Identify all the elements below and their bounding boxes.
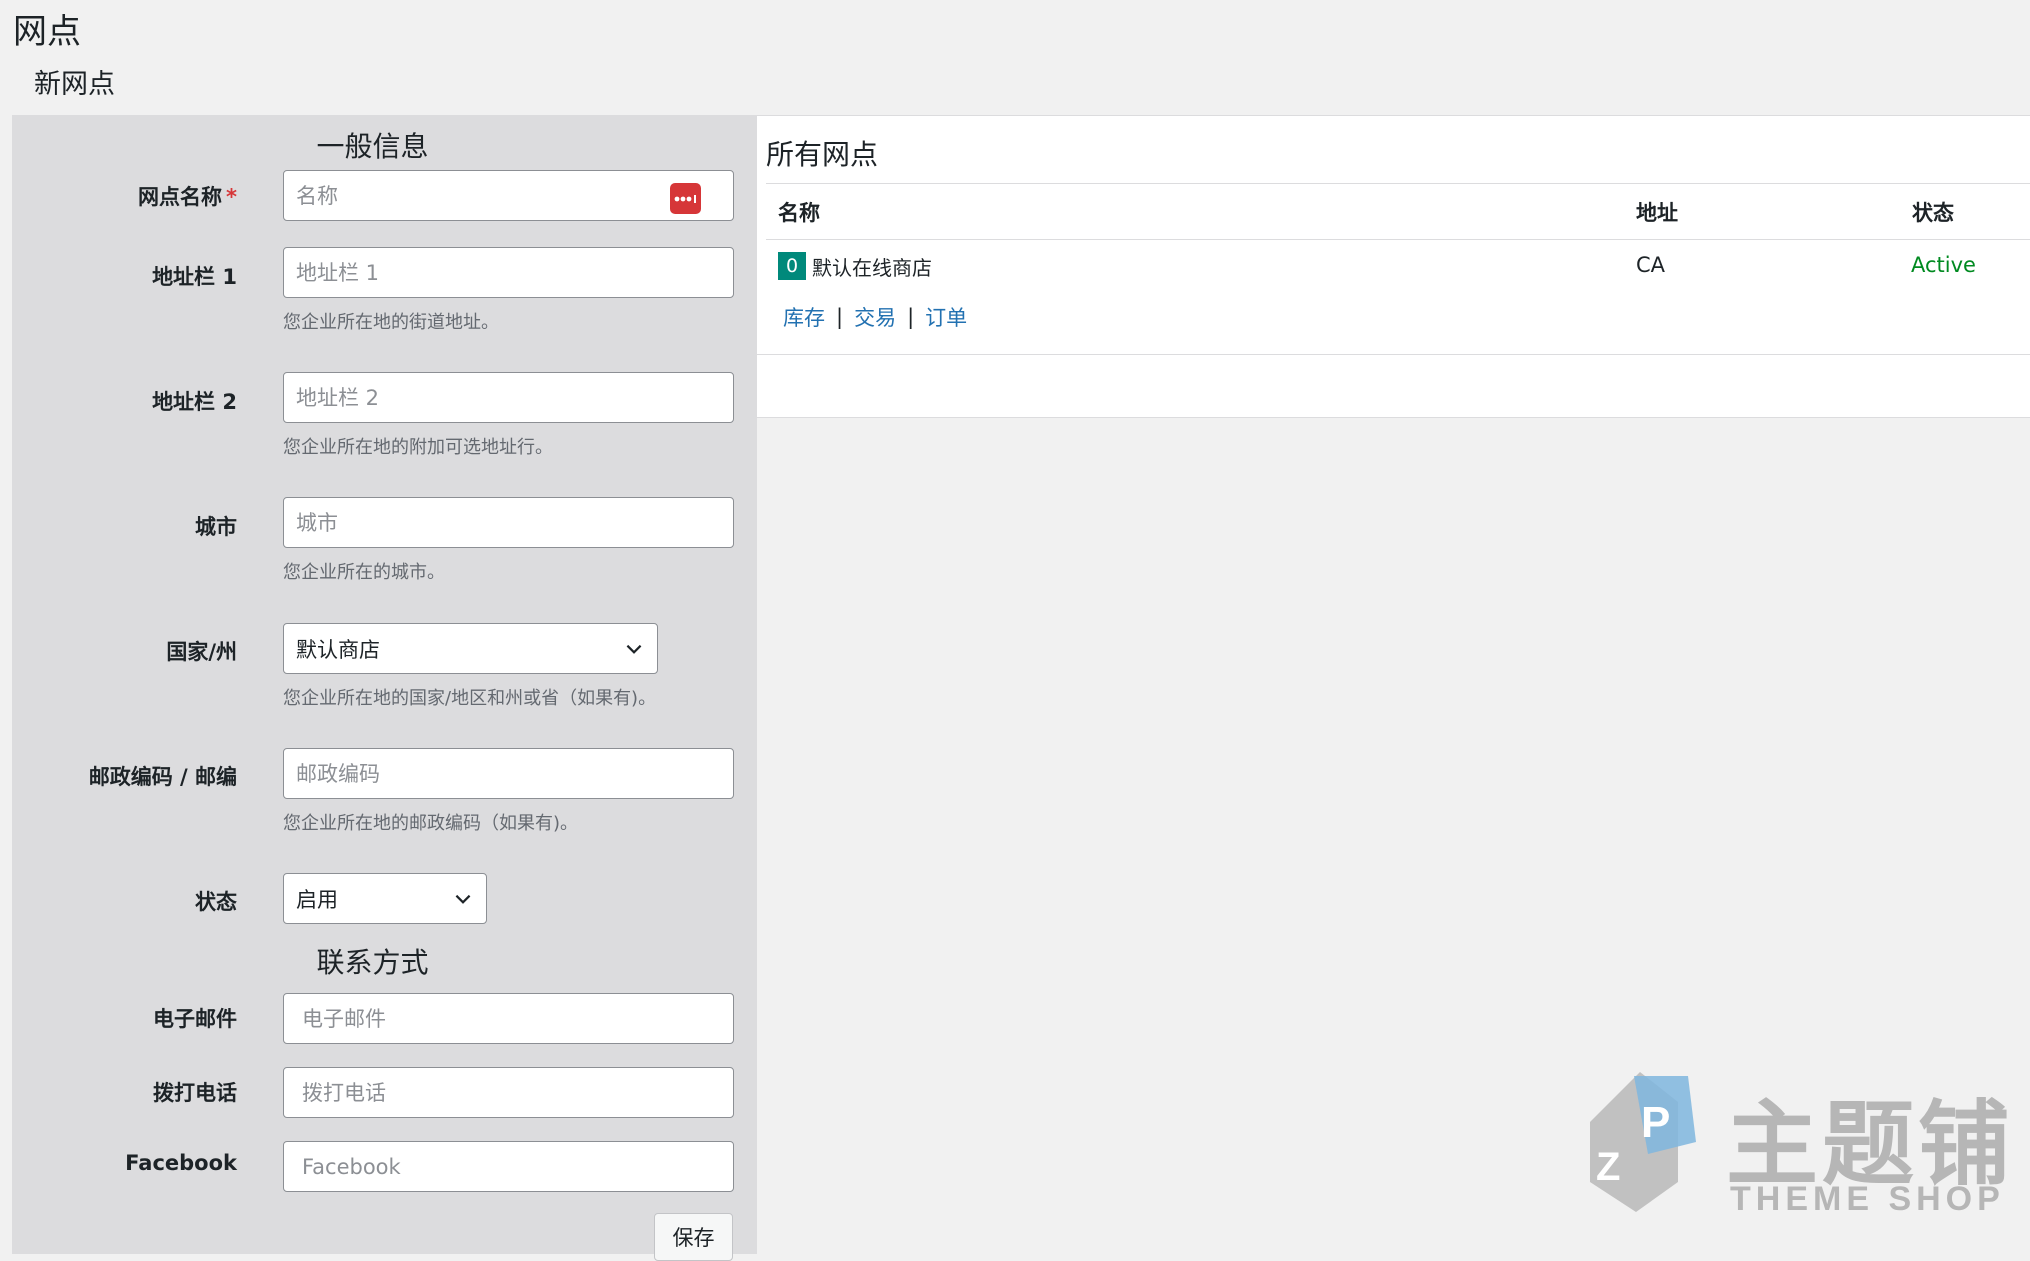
address1-help: 您企业所在地的街道地址。: [283, 312, 499, 333]
contact-heading: 联系方式: [316, 946, 429, 979]
new-location-form: 一般信息 网点名称* 地址栏 1 您企业所在地的街道地址。 地址栏 2 您企业所…: [12, 115, 757, 1254]
phone-label: 拨打电话: [153, 1081, 237, 1105]
country-selected-value: 默认商店: [296, 637, 380, 662]
inventory-link[interactable]: 库存: [783, 302, 825, 332]
status-select[interactable]: 启用: [283, 873, 487, 924]
facebook-input[interactable]: [283, 1141, 734, 1192]
locations-list-panel: 所有网点 名称 地址 状态 0 默认在线商店 CA Active 库存 | 交易…: [757, 115, 2030, 418]
location-status: Active: [1911, 253, 1976, 277]
column-header-address: 地址: [1636, 201, 1678, 225]
chevron-down-icon: [626, 644, 642, 654]
address1-input[interactable]: [283, 247, 734, 298]
city-help: 您企业所在的城市。: [283, 562, 445, 583]
country-help: 您企业所在地的国家/地区和州或省（如果有)。: [283, 688, 657, 709]
address1-label: 地址栏 1: [152, 265, 237, 289]
status-selected-value: 启用: [296, 887, 338, 912]
address2-input[interactable]: [283, 372, 734, 423]
watermark-brand-en: THEME SHOP: [1730, 1180, 2005, 1218]
page-title: 网点: [13, 12, 81, 52]
postcode-input[interactable]: [283, 748, 734, 799]
column-header-status: 状态: [1912, 201, 1954, 225]
name-label: 网点名称 *: [138, 181, 237, 211]
address2-help: 您企业所在地的附加可选地址行。: [283, 437, 553, 458]
svg-text:Z: Z: [1596, 1145, 1620, 1189]
orders-link[interactable]: 订单: [925, 302, 967, 332]
postcode-label: 邮政编码 / 邮编: [88, 765, 237, 789]
password-dots-icon[interactable]: [670, 183, 701, 214]
location-name: 默认在线商店: [812, 256, 932, 280]
postcode-help: 您企业所在地的邮政编码（如果有)。: [283, 813, 579, 834]
list-title: 所有网点: [766, 138, 879, 171]
location-id-badge: 0: [778, 252, 806, 280]
theme-shop-watermark: P Z 主题铺 THEME SHOP: [1578, 1062, 2010, 1226]
chevron-down-icon: [455, 894, 471, 904]
transactions-link[interactable]: 交易: [854, 302, 896, 332]
name-input[interactable]: [283, 170, 734, 221]
column-header-name: 名称: [778, 201, 820, 225]
general-info-heading: 一般信息: [316, 130, 429, 163]
svg-text:P: P: [1641, 1098, 1670, 1147]
status-label: 状态: [195, 890, 237, 914]
page-subtitle: 新网点: [34, 69, 115, 100]
name-label-text: 网点名称: [138, 185, 223, 209]
city-input[interactable]: [283, 497, 734, 548]
divider: [757, 354, 2030, 355]
address2-label: 地址栏 2: [152, 390, 237, 414]
email-input[interactable]: [283, 993, 734, 1044]
divider: [766, 239, 2030, 240]
action-separator: |: [836, 305, 844, 329]
action-separator: |: [907, 305, 915, 329]
row-actions: 库存 | 交易 | 订单: [783, 302, 967, 332]
email-label: 电子邮件: [153, 1007, 237, 1031]
phone-input[interactable]: [283, 1067, 734, 1118]
location-address: CA: [1636, 253, 1666, 277]
country-label: 国家/州: [166, 640, 237, 664]
city-label: 城市: [195, 515, 237, 539]
required-mark: *: [226, 185, 237, 209]
facebook-label: Facebook: [125, 1151, 237, 1175]
divider: [766, 183, 2030, 184]
country-select[interactable]: 默认商店: [283, 623, 658, 674]
